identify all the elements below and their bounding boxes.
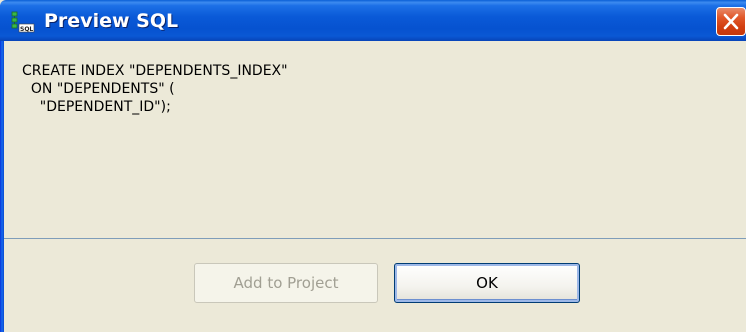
window-frame-left (0, 41, 4, 332)
ok-button[interactable]: OK (394, 263, 580, 303)
separator (4, 238, 746, 239)
sql-line: "DEPENDENT_ID"); (22, 99, 171, 115)
svg-text:SQL: SQL (20, 26, 33, 33)
sql-line: CREATE INDEX "DEPENDENTS_INDEX" (22, 63, 288, 79)
sql-preview-text[interactable]: CREATE INDEX "DEPENDENTS_INDEX" ON "DEPE… (22, 62, 722, 222)
dialog-title: Preview SQL (44, 10, 179, 32)
sql-table-icon: SQL (10, 11, 36, 33)
add-to-project-button: Add to Project (194, 263, 378, 303)
title-bar[interactable]: SQL Preview SQL (0, 0, 746, 41)
preview-sql-dialog: SQL Preview SQL CREATE INDEX "DEPENDENTS… (0, 0, 746, 332)
sql-line: ON "DEPENDENTS" ( (22, 81, 175, 97)
close-button[interactable] (716, 7, 746, 36)
